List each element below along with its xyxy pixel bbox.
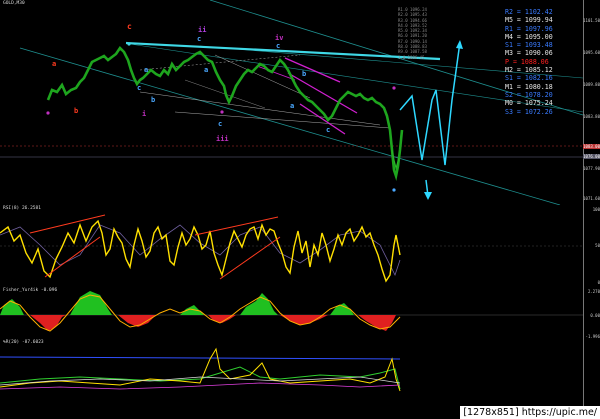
cyan-trendline	[125, 41, 441, 61]
pivot-row: M1 = 1080.18	[505, 82, 553, 91]
level-label: 1.0 1086.45	[398, 54, 425, 60]
pivot-row: S2 = 1078.20	[505, 90, 553, 99]
pivot-row: S3 = 1072.26	[505, 107, 553, 116]
fisher-hist-down	[358, 315, 396, 331]
wave-marker	[392, 86, 396, 90]
rsi-pane[interactable]: RSI(8) 26.2581	[0, 205, 583, 288]
wave-label-i: i	[142, 110, 147, 118]
wave-label-iv: iv	[275, 34, 284, 42]
level-label: R6.0 1091.20	[398, 33, 427, 39]
wave-label-a: a	[144, 66, 149, 74]
price-chart-pane[interactable]: GOLD,M30 R1.0 1096.24 R2.0 1095.43 R3.0 …	[0, 0, 583, 206]
wave-label-c: c	[218, 120, 223, 128]
pivot-row: M0 = 1075.24	[505, 99, 553, 108]
rsi-trend-red-4	[219, 236, 281, 280]
wpr-yellow	[0, 347, 401, 392]
fisher-tick: 0.00	[590, 313, 600, 318]
wpr-blue-trend	[0, 356, 401, 360]
pivot-row: R2 = 1102.42	[505, 8, 553, 16]
price-tick: 1089.80	[583, 82, 600, 87]
level-label: R2.0 1095.43	[398, 12, 427, 18]
wave-label-c: c	[127, 22, 132, 31]
wave-label-b: b	[74, 107, 79, 115]
wave-label-c: c	[326, 126, 331, 134]
wpr-pink	[0, 382, 401, 390]
fisher-pane[interactable]: Fisher_Yur4ik -0.096	[0, 287, 583, 340]
pivot-row: M4 = 1095.00	[505, 32, 553, 41]
rsi-trend-red-2	[44, 236, 101, 278]
channel-line-4	[214, 54, 311, 99]
wave-label-iii: iii	[216, 135, 229, 143]
pink-line-3	[299, 103, 346, 135]
wave-projection	[399, 41, 461, 166]
wave-label-ii: ii	[198, 26, 207, 34]
wave-label-c: c	[276, 42, 281, 50]
pivot-row: M2 = 1085.12	[505, 66, 553, 75]
price-tick: 1077.90	[583, 166, 600, 171]
level-label: R9.0 1087.58	[398, 49, 427, 55]
wave-label-b: b	[151, 96, 156, 104]
pivot-levels-legend: R2 = 1102.42 M5 = 1099.94 R1 = 1097.96 M…	[505, 8, 571, 116]
wave-label-a: a	[204, 66, 209, 74]
fisher-svg	[0, 291, 583, 332]
rsi-svg	[0, 214, 583, 283]
price-tick: 1083.80	[583, 114, 600, 119]
price-tick: 1095.60	[583, 50, 600, 55]
pivot-row: S1 = 1093.48	[505, 41, 553, 50]
wpr-svg	[0, 347, 401, 392]
wave-marker	[46, 111, 50, 115]
watermark: [1278x851] https://upic.me/	[460, 406, 600, 419]
wave-label-c: c	[137, 84, 142, 92]
fisher-tick: 2.270	[587, 289, 600, 294]
projection-arrow-up	[456, 40, 463, 49]
wave-marker	[220, 110, 224, 114]
wave-marker	[392, 188, 396, 192]
channel-line-2	[174, 111, 391, 129]
pivot-row: P = 1088.06	[505, 57, 549, 66]
level-label-list: R1.0 1096.24 R2.0 1095.43 R3.0 1094.66 R…	[398, 7, 427, 60]
fisher-hist-up	[180, 305, 204, 315]
wave-label-a: a	[290, 102, 295, 110]
rsi-trend-red-1	[29, 214, 106, 234]
williams-r-pane[interactable]: %R(20) -87.6023	[0, 339, 583, 395]
price-tick: 1071.60	[583, 196, 600, 201]
wave-label-b: b	[302, 70, 307, 78]
price-tick: 1101.50	[583, 18, 600, 23]
price-axis: 1101.50 1095.60 1089.80 1083.80 1077.90 …	[583, 0, 600, 419]
wave-label-c: c	[197, 35, 202, 43]
pivot-row: R1 = 1097.96	[505, 24, 553, 33]
pivot-row: M5 = 1099.94	[505, 16, 553, 25]
pivot-row: S1 = 1082.16	[505, 74, 553, 83]
current-price-tag: 1083.00	[583, 144, 600, 149]
fisher-tick: -1.996	[585, 334, 600, 339]
projection-arrowhead-down	[424, 192, 432, 200]
rsi-tick: 50	[595, 243, 600, 248]
pivot-row: M3 = 1090.06	[505, 49, 553, 58]
rsi-line	[0, 219, 401, 283]
wave-marker	[127, 42, 131, 46]
wave-label-a: a	[52, 60, 57, 68]
rsi-tick: 100	[592, 207, 600, 212]
price-low-tag: 1076.00	[583, 154, 600, 159]
